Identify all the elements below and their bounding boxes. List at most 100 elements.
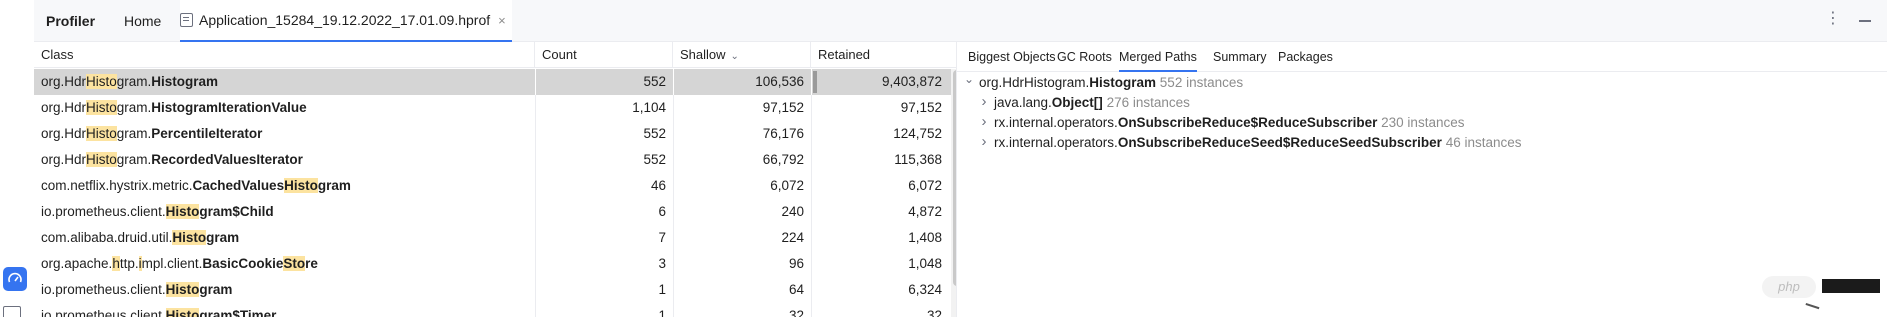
class-name-part: gram. [116, 74, 152, 89]
shallow-cell: 66,792 [673, 147, 811, 173]
shallow-cell: 32 [673, 303, 811, 317]
class-name-cell: com.alibaba.druid.util.Histogram [34, 225, 535, 251]
sort-descending-icon: ⌄ [730, 51, 739, 62]
count-cell: 7 [535, 225, 673, 251]
column-header-shallow[interactable]: Shallow ⌄ [673, 42, 811, 68]
search-match: h [112, 256, 120, 271]
search-match: Histo [86, 100, 117, 115]
count-cell: 1,104 [535, 95, 673, 121]
retained-cell: 124,752 [811, 121, 949, 147]
tab-biggest-objects[interactable]: Biggest Objects [968, 42, 1056, 72]
tree-node[interactable]: › rx.internal.operators.OnSubscribeReduce… [957, 113, 1887, 133]
tab-gc-roots[interactable]: GC Roots [1057, 42, 1112, 72]
minimize-icon[interactable] [1859, 20, 1871, 22]
chevron-right-icon[interactable]: › [978, 92, 990, 112]
column-header-class[interactable]: Class [34, 42, 535, 68]
class-name-part: org.Hdr [41, 152, 87, 167]
watermark-badge: php [1762, 276, 1816, 298]
tree-node[interactable]: › java.lang.Object[] 276 instances [957, 93, 1887, 113]
tree-node-package: rx.internal.operators. [994, 115, 1118, 130]
gauge-icon[interactable] [3, 267, 27, 291]
retained-cell: 115,368 [811, 147, 949, 173]
shallow-cell: 76,176 [673, 121, 811, 147]
tree-node-package: java.lang. [994, 95, 1052, 110]
table-row[interactable]: com.netflix.hystrix.metric.CachedValuesH… [34, 173, 974, 199]
retained-cell: 1,048 [811, 251, 949, 277]
tree-node-class: Histogram [1089, 75, 1157, 90]
count-cell: 552 [535, 69, 673, 95]
tree-node[interactable]: › rx.internal.operators.OnSubscribeReduce… [957, 133, 1887, 153]
retained-cell: 9,403,872 [811, 69, 949, 95]
table-row[interactable]: io.prometheus.client.Histogram$Child 6 240… [34, 199, 974, 225]
shallow-cell: 6,072 [673, 173, 811, 199]
search-match: Histo [165, 308, 200, 317]
tree-node-label: java.lang.Object[] 276 instances [994, 93, 1190, 113]
class-name-cell: org.HdrHistogram.RecordedValuesIterator [34, 147, 535, 173]
tab-merged-paths[interactable]: Merged Paths [1119, 42, 1197, 72]
class-name-part: io.prometheus.client. [41, 308, 166, 317]
column-header-count[interactable]: Count [535, 42, 673, 68]
class-name-part: gram [199, 282, 233, 297]
details-tabs: Biggest Objects GC Roots Merged Paths Summa… [957, 42, 1887, 72]
class-name-part: re [305, 256, 318, 271]
count-cell: 1 [535, 303, 673, 317]
class-name-part: org.Hdr [41, 74, 87, 89]
more-vertical-icon[interactable]: ⋮ [1825, 11, 1841, 27]
table-row[interactable]: io.prometheus.client.Histogram 1 64 6,324 [34, 277, 974, 303]
chevron-down-icon[interactable]: ⌄ [963, 69, 975, 89]
table-row[interactable]: org.HdrHistogram.PercentileIterator 552 76… [34, 121, 974, 147]
table-row[interactable]: org.apache.http.impl.client.BasicCookieS… [34, 251, 974, 277]
table-row[interactable]: io.prometheus.client.Histogram$Timer 1 32 3… [34, 303, 974, 317]
class-name-part: Histogram [151, 74, 219, 89]
chevron-right-icon[interactable]: › [978, 112, 990, 132]
table-row[interactable]: org.HdrHistogram.RecordedValuesIterator 5… [34, 147, 974, 173]
class-name-part: HistogramIterationValue [151, 100, 307, 115]
class-name-part: CachedValues [192, 178, 285, 193]
class-name-part: org.Hdr [41, 100, 87, 115]
close-tab-icon[interactable]: × [498, 13, 506, 28]
top-bar: Profiler Home Application_15284_19.12.20… [34, 0, 1887, 42]
tree-node[interactable]: ⌄ org.HdrHistogram.Histogram 552 instance… [957, 72, 1887, 93]
shallow-cell: 64 [673, 277, 811, 303]
column-header-retained[interactable]: Retained [811, 42, 949, 68]
table-row[interactable]: com.alibaba.druid.util.Histogram 7 224 1,40… [34, 225, 974, 251]
class-name-cell: io.prometheus.client.Histogram$Timer [34, 303, 535, 317]
class-table: Class Count Shallow ⌄ Retained org.HdrHis… [34, 42, 974, 317]
chevron-right-icon[interactable]: › [978, 132, 990, 152]
search-match: Histo [284, 178, 318, 193]
class-name-cell: io.prometheus.client.Histogram$Child [34, 199, 535, 225]
class-name-cell: org.HdrHistogram.HistogramIterationValue [34, 95, 535, 121]
class-name-part: gram. [116, 126, 152, 141]
retained-bar [813, 71, 817, 93]
class-name-part: gram$Child [199, 204, 274, 219]
class-name-part: mpl.client. [141, 256, 203, 271]
table-row[interactable]: org.HdrHistogram.HistogramIterationValue… [34, 95, 974, 121]
class-name-part: com.alibaba.druid.util. [41, 230, 173, 245]
table-body: org.HdrHistogram.Histogram 552 106,536 9,40… [34, 69, 974, 317]
tab-hprof-file[interactable]: Application_15284_19.12.2022_17.01.09.hp… [180, 0, 512, 42]
tab-home[interactable]: Home [124, 0, 161, 42]
details-pane: Biggest Objects GC Roots Merged Paths Summa… [957, 42, 1887, 317]
table-row[interactable]: org.HdrHistogram.Histogram 552 106,536 9,40… [34, 69, 974, 95]
retained-cell: 6,072 [811, 173, 949, 199]
search-match: Histo [172, 230, 207, 245]
retained-cell: 1,408 [811, 225, 949, 251]
tree-node-label: org.HdrHistogram.Histogram 552 instances [979, 73, 1243, 93]
shallow-cell: 96 [673, 251, 811, 277]
tree-node-label: rx.internal.operators.OnSubscribeReduce$… [994, 113, 1464, 133]
terminal-icon[interactable] [3, 306, 21, 317]
tree-node-instances: 276 instances [1102, 95, 1190, 110]
class-name-part: ttp. [119, 256, 139, 271]
class-name-part: BasicCookie [202, 256, 284, 271]
tree-node-instances: 230 instances [1377, 115, 1465, 130]
tree-node-label: rx.internal.operators.OnSubscribeReduceS… [994, 133, 1522, 153]
tab-summary[interactable]: Summary [1213, 42, 1266, 72]
shallow-cell: 240 [673, 199, 811, 225]
class-name-cell: org.HdrHistogram.PercentileIterator [34, 121, 535, 147]
retained-cell: 32 [811, 303, 949, 317]
class-name-part: com.netflix.hystrix.metric. [41, 178, 193, 193]
tab-packages[interactable]: Packages [1278, 42, 1333, 72]
class-name-part: RecordedValuesIterator [151, 152, 303, 167]
count-cell: 552 [535, 121, 673, 147]
class-name-part: PercentileIterator [151, 126, 263, 141]
